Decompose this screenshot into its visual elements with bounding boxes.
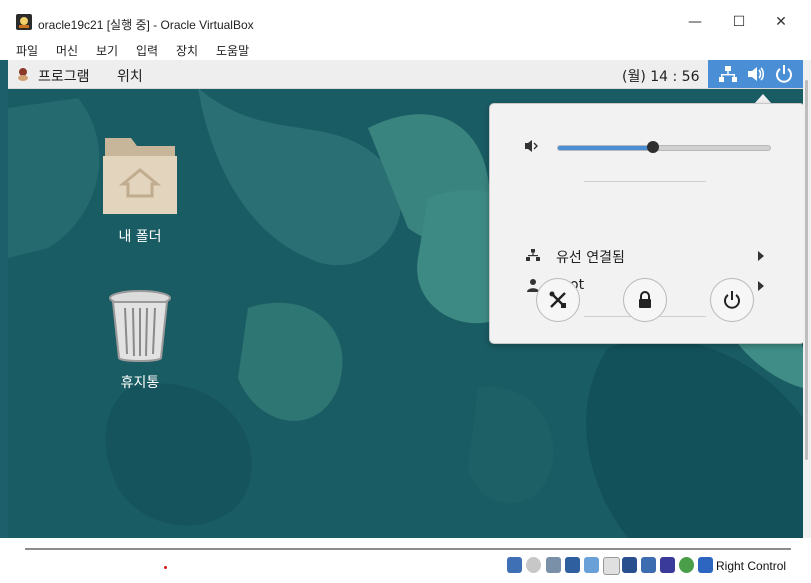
menu-bar: 파일 머신 보기 입력 장치 도움말 <box>0 38 811 60</box>
optical-drive-icon[interactable] <box>526 557 541 573</box>
network-wired-icon <box>719 66 737 82</box>
places-menu[interactable]: 위치 <box>117 66 143 86</box>
menu-devices[interactable]: 장치 <box>176 42 198 59</box>
virtualization-icon[interactable] <box>660 557 675 573</box>
power-icon <box>724 291 740 309</box>
volume-icon <box>748 67 765 81</box>
network-adapter-icon[interactable] <box>565 557 580 573</box>
clock[interactable]: (월) 14 : 56 <box>622 66 700 86</box>
power-icon <box>776 65 792 83</box>
separator <box>584 181 706 182</box>
red-dot <box>164 566 167 569</box>
settings-button[interactable] <box>536 278 580 322</box>
virtualbox-app-icon <box>16 14 32 30</box>
hard-disk-icon[interactable] <box>507 557 522 573</box>
shared-folders-icon[interactable] <box>603 557 620 575</box>
volume-slider-handle[interactable] <box>647 141 660 153</box>
trash-icon[interactable]: 휴지통 <box>90 288 190 392</box>
folder-icon <box>103 138 177 214</box>
system-status-area[interactable] <box>708 60 803 88</box>
lock-icon <box>639 291 651 308</box>
keyboard-icon[interactable] <box>698 557 713 573</box>
lock-button[interactable] <box>623 278 667 322</box>
menu-machine[interactable]: 머신 <box>56 42 78 59</box>
host-key-label: Right Control <box>716 559 787 573</box>
system-menu-popup: 유선 연결됨 root <box>489 103 803 344</box>
menu-help[interactable]: 도움말 <box>216 42 249 59</box>
vertical-scrollbar[interactable] <box>803 60 811 538</box>
network-icon <box>526 249 540 261</box>
settings-icon <box>549 291 566 308</box>
guest-display[interactable]: 프로그램 위치 (월) 14 : 56 내 폴더 휴지통 유선 연결됨 <box>8 60 803 538</box>
horizontal-scrollbar[interactable] <box>25 548 791 550</box>
title-bar[interactable]: oracle19c21 [실행 중] - Oracle VirtualBox —… <box>0 0 811 39</box>
menu-input[interactable]: 입력 <box>136 42 158 59</box>
user-arrow-icon <box>758 281 764 291</box>
menu-view[interactable]: 보기 <box>96 42 118 59</box>
apps-menu-icon <box>18 68 28 81</box>
folder-label: 내 폴더 <box>118 229 162 245</box>
volume-low-icon <box>525 140 538 152</box>
menu-file[interactable]: 파일 <box>16 42 38 59</box>
gnome-top-bar: 프로그램 위치 (월) 14 : 56 <box>8 60 803 89</box>
maximize-button[interactable]: ☐ <box>724 9 754 35</box>
video-capture-icon[interactable] <box>641 557 656 573</box>
usb-icon[interactable] <box>584 557 599 573</box>
applications-menu[interactable]: 프로그램 <box>38 66 90 86</box>
window-title: oracle19c21 [실행 중] - Oracle VirtualBox <box>38 18 254 32</box>
trash-bin-icon <box>109 290 171 362</box>
scrollbar-thumb[interactable] <box>805 80 808 460</box>
power-button[interactable] <box>710 278 754 322</box>
network-row[interactable]: 유선 연결됨 <box>490 243 803 269</box>
trash-label: 휴지통 <box>120 375 160 391</box>
audio-icon[interactable] <box>546 557 561 573</box>
minimize-button[interactable]: — <box>680 9 710 35</box>
mouse-integration-icon[interactable] <box>679 557 694 573</box>
volume-slider-fill <box>558 146 654 150</box>
volume-slider[interactable] <box>557 141 771 153</box>
virtualbox-window: oracle19c21 [실행 중] - Oracle VirtualBox —… <box>0 0 811 583</box>
network-label: 유선 연결됨 <box>556 250 625 266</box>
home-folder-icon[interactable]: 내 폴더 <box>90 134 190 246</box>
network-arrow-icon <box>758 251 764 261</box>
display-icon[interactable] <box>622 557 637 573</box>
close-button[interactable]: ✕ <box>766 9 796 35</box>
